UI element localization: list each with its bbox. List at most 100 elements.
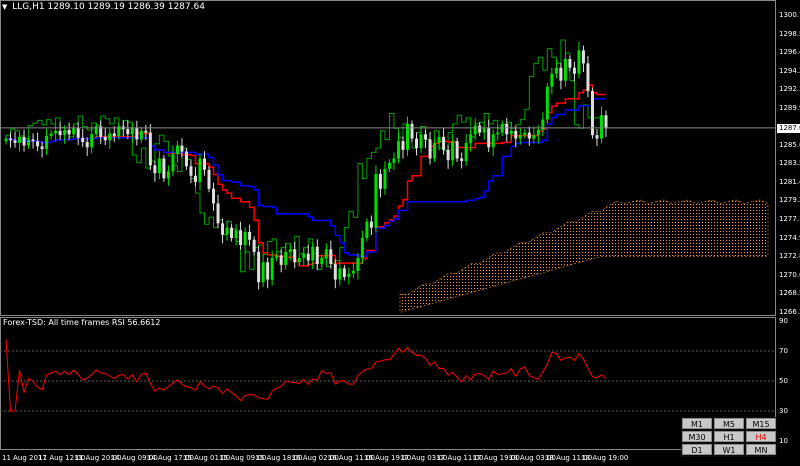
timeframe-button-h1[interactable]: H1 (714, 431, 744, 442)
price-tick-label: 1281.40 (779, 177, 800, 186)
candle-body (13, 140, 17, 143)
candle-body (559, 67, 563, 81)
candle-body (144, 130, 148, 133)
price-tick-label: 1300.70 (779, 10, 800, 19)
timeframe-button-m30[interactable]: M30 (682, 431, 712, 442)
candle-body (347, 273, 351, 277)
candle-body (239, 230, 243, 245)
timeframe-button-d1[interactable]: D1 (682, 444, 712, 455)
candle-body (302, 253, 306, 258)
candle-body (234, 230, 238, 239)
indicator-title: Forex-TSD: All time frames RSI 56.6612 (3, 318, 161, 327)
candle-body (333, 264, 337, 280)
candle-body (198, 158, 202, 182)
candle-body (428, 139, 432, 159)
candle-body (81, 137, 85, 143)
candle-body (297, 257, 301, 263)
candle-body (446, 149, 450, 161)
candle-body (464, 142, 468, 162)
rsi-indicator-chart[interactable] (0, 317, 776, 451)
candle-body (455, 141, 459, 159)
candle-body (54, 130, 58, 134)
kijun-line (6, 98, 606, 257)
rsi-line (5, 338, 607, 412)
candle-body (424, 134, 428, 140)
candle-body (586, 63, 590, 92)
candle-body (261, 262, 265, 283)
rsi-tick-label: 30 (779, 407, 788, 415)
candle-body (550, 73, 554, 87)
candle-body (581, 50, 585, 64)
candle-body (523, 132, 527, 136)
candle-body (396, 141, 400, 159)
chart-menu-triangle-icon[interactable]: ▼ (2, 3, 7, 11)
candle-body (266, 262, 270, 280)
candle-body (563, 59, 567, 81)
timeframe-button-m15[interactable]: M15 (746, 418, 776, 429)
rsi-tick-label: 90 (779, 317, 788, 325)
candle-body (482, 128, 486, 133)
candle-body (288, 249, 292, 252)
timeframe-button-m1[interactable]: M1 (682, 418, 712, 429)
price-chart[interactable] (0, 0, 776, 316)
candle-body (58, 130, 62, 136)
candle-body (577, 50, 581, 74)
candle-body (275, 255, 279, 258)
candle-body (189, 166, 193, 176)
symbol-label: LLG,H1 (12, 2, 45, 12)
candle-body (554, 67, 558, 74)
candle-body (356, 257, 360, 271)
candle-body (175, 145, 179, 155)
price-tick-label: 1296.40 (779, 48, 800, 57)
candle-body (378, 174, 382, 189)
candle-body (572, 67, 576, 74)
candle-body (410, 123, 414, 139)
candle-body (18, 136, 22, 143)
candle-body (360, 238, 364, 258)
candle-body (45, 136, 49, 149)
candle-body (442, 136, 446, 150)
candle-body (216, 203, 220, 224)
time-tick-label: 18 Aug 19:00 (581, 454, 629, 462)
candle-body (207, 169, 211, 189)
candle-body (487, 128, 491, 148)
price-tick-label: 1285.65 (779, 141, 800, 150)
candle-body (419, 134, 423, 149)
candle-body (180, 145, 184, 152)
candle-body (491, 134, 495, 148)
candle-body (202, 158, 206, 170)
rsi-tick-label: 50 (779, 377, 788, 385)
price-tick-label: 1289.95 (779, 103, 800, 112)
chart-title: ▼ LLG,H1 1289.10 1289.19 1286.39 1287.64 (2, 2, 205, 12)
price-tick-label: 1268.50 (779, 289, 800, 298)
candle-body (518, 135, 522, 139)
candle-body (473, 125, 477, 135)
candle-body (36, 141, 40, 147)
timeframe-button-m5[interactable]: M5 (714, 418, 744, 429)
tenkan-line (6, 84, 606, 267)
timeframe-button-h4[interactable]: H4 (746, 431, 776, 442)
candle-body (365, 221, 369, 239)
candle-body (85, 142, 89, 148)
candle-body (469, 134, 473, 143)
candle-body (139, 130, 143, 140)
candle-body (27, 139, 31, 146)
candle-body (392, 158, 396, 163)
ohlc-values: 1289.10 1289.19 1286.39 1287.64 (47, 2, 205, 12)
candle-body (315, 246, 319, 264)
candle-body (451, 141, 455, 161)
candle-body (284, 251, 288, 265)
candle-body (604, 115, 608, 129)
candle-body (545, 86, 549, 120)
candle-body (311, 246, 315, 261)
price-tick-label: 1266.35 (779, 308, 800, 316)
candle-body (49, 133, 53, 136)
price-tick-label: 1298.55 (779, 29, 800, 38)
price-tick-label: 1274.95 (779, 233, 800, 242)
candle-body (22, 136, 26, 146)
timeframe-button-w1[interactable]: W1 (714, 444, 744, 455)
candle-body (401, 141, 405, 150)
price-tick-label: 1294.25 (779, 66, 800, 75)
timeframe-button-mn[interactable]: MN (746, 444, 776, 455)
candle-body (387, 162, 391, 169)
